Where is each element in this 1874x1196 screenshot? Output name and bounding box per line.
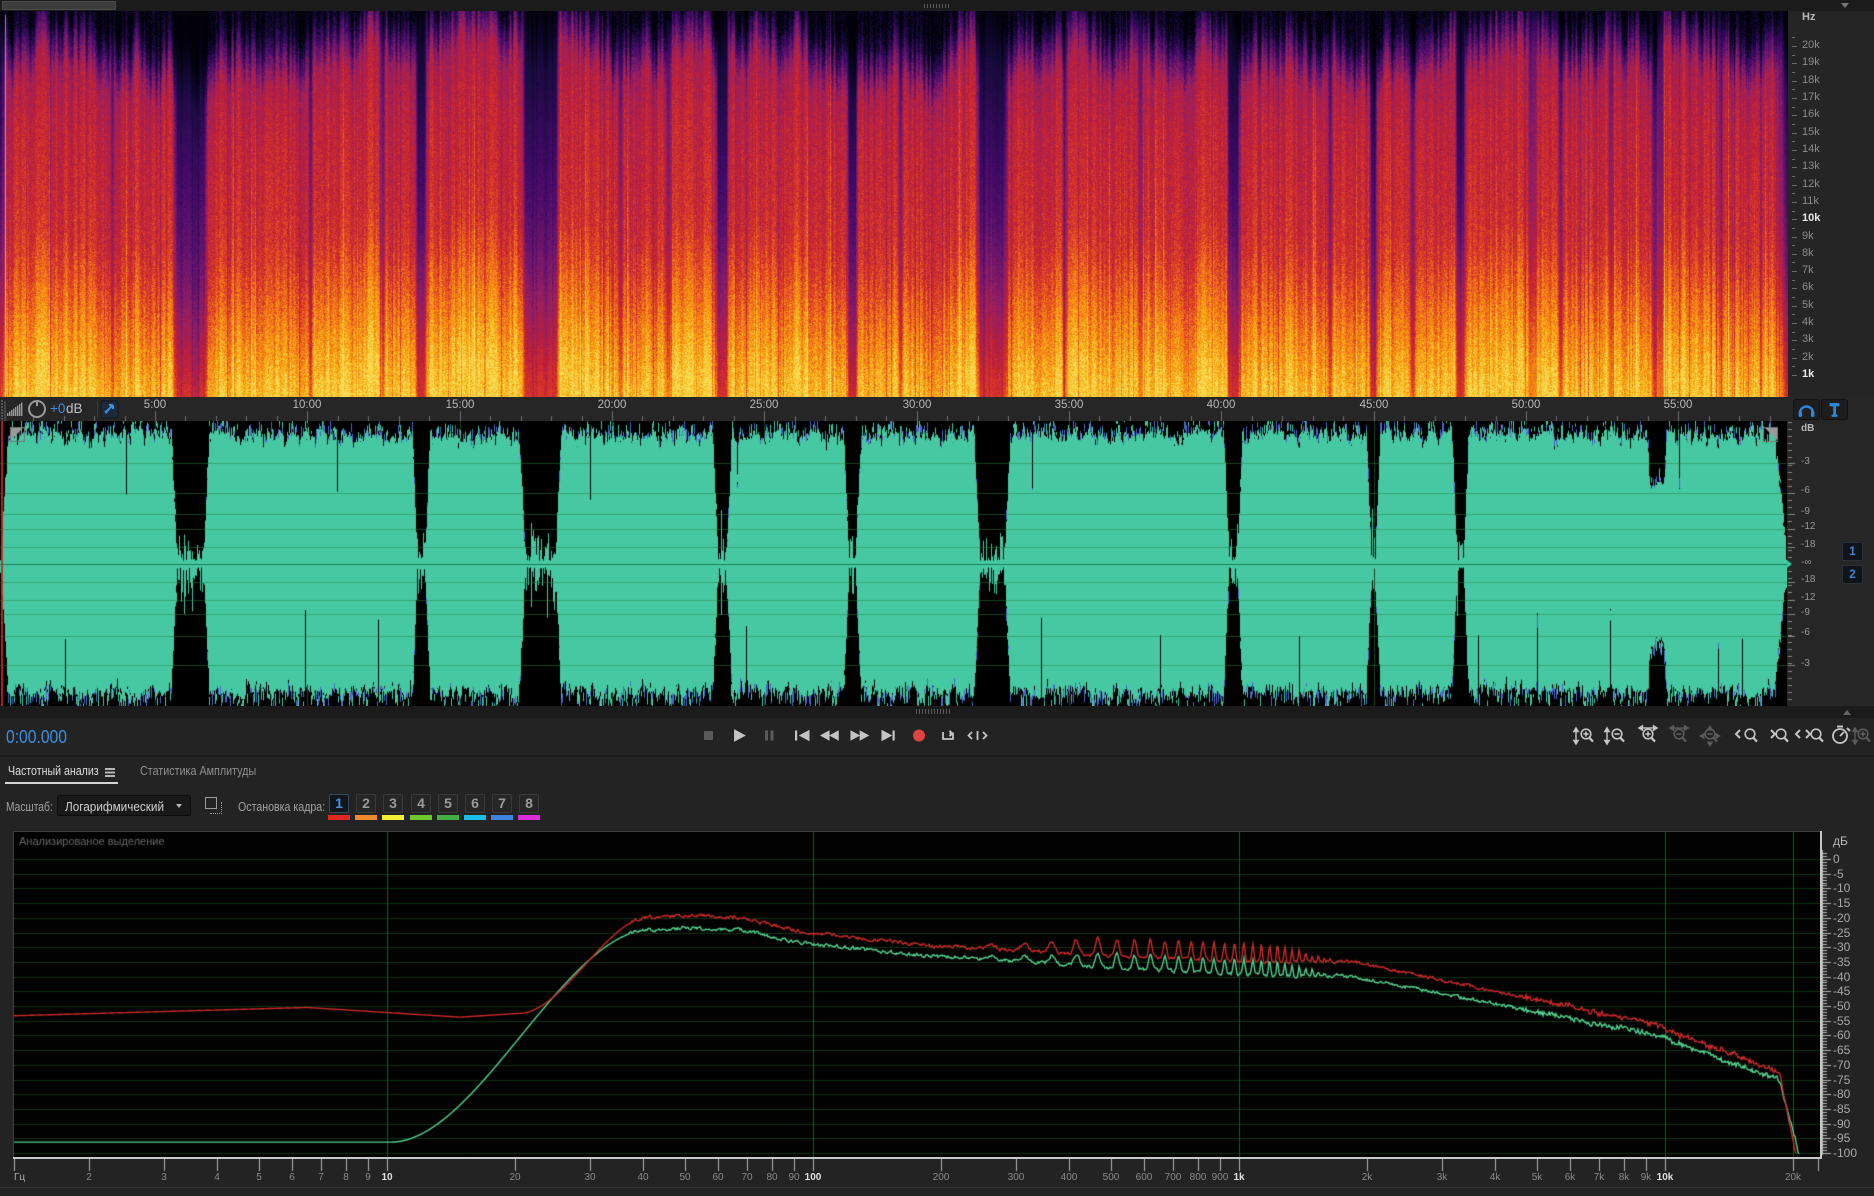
svg-text:dB: dB <box>66 401 83 416</box>
svg-text:+0: +0 <box>50 401 65 416</box>
